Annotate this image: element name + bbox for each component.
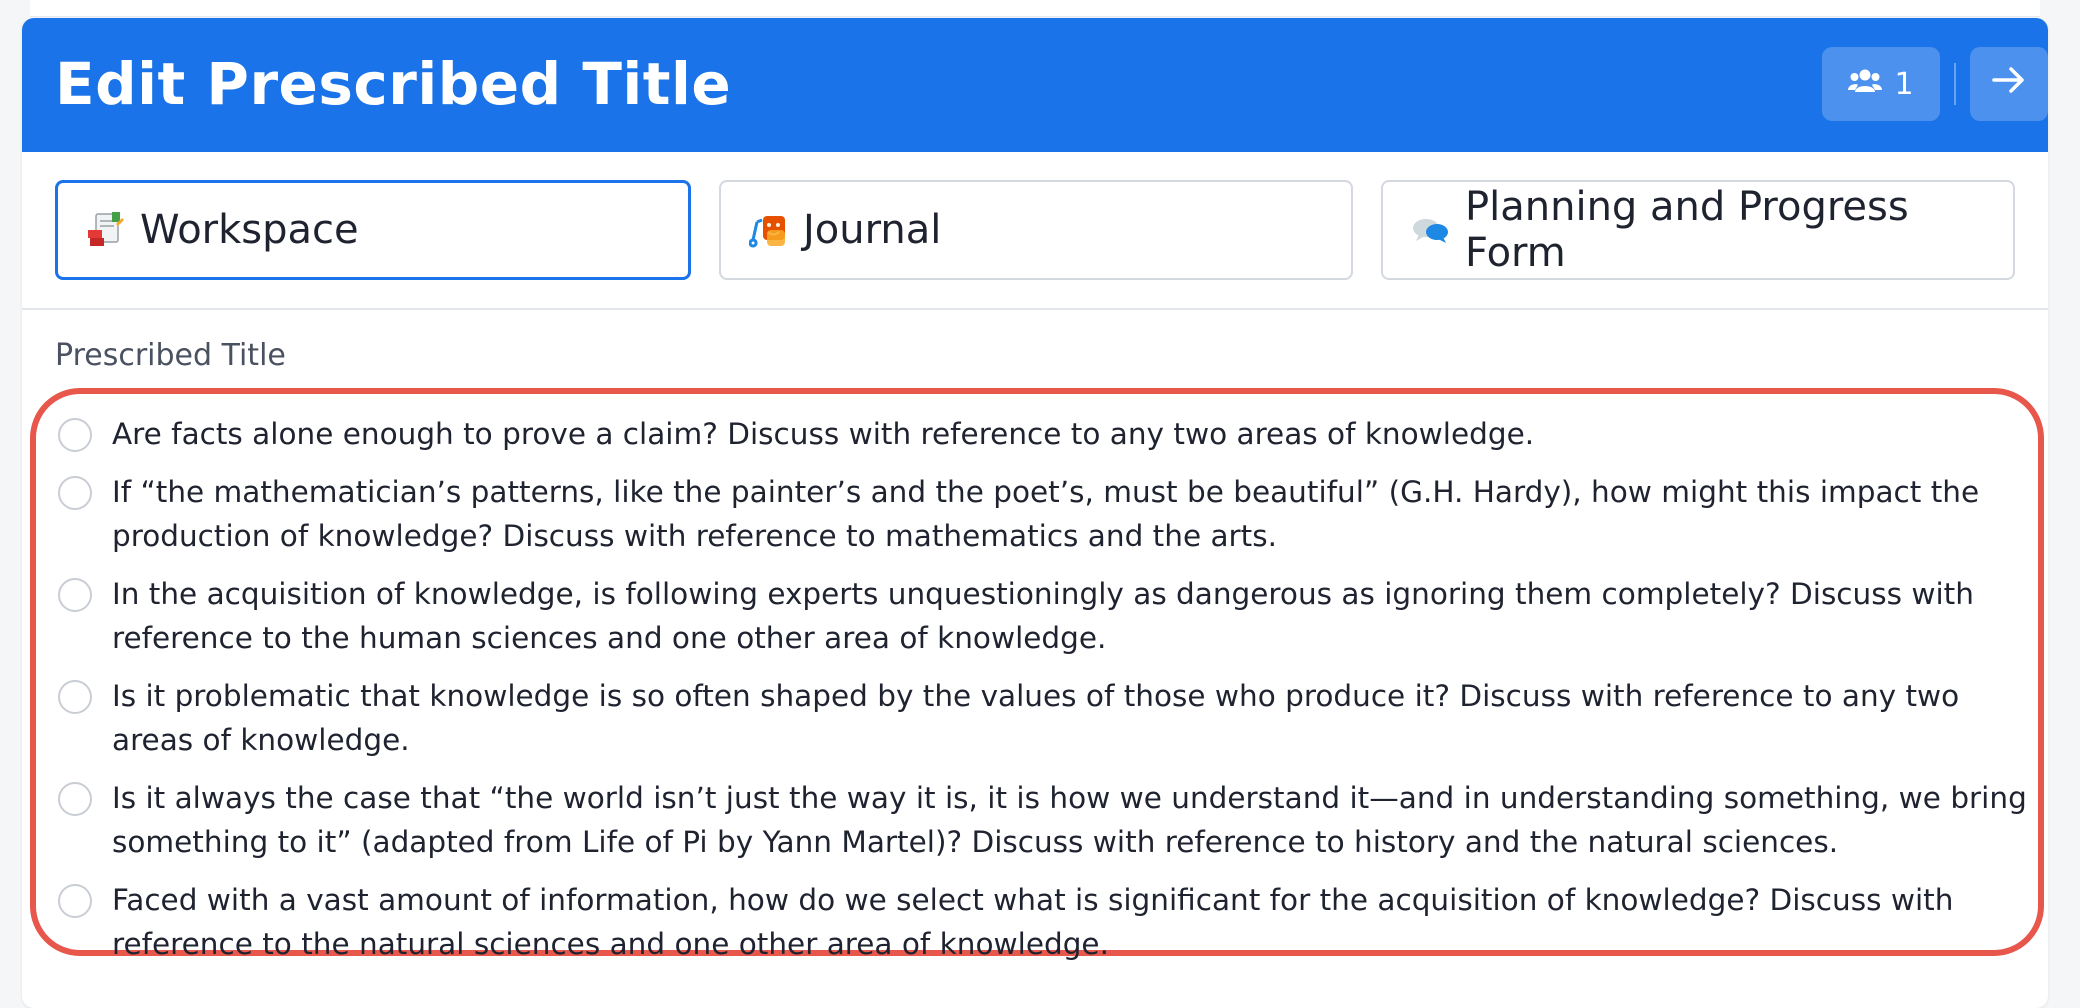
radio-option-label: Is it problematic that knowledge is so o… xyxy=(112,679,1960,757)
header-divider xyxy=(1954,63,1956,105)
tab-planning-progress-form-label: Planning and Progress Form xyxy=(1465,184,1909,276)
radio-button[interactable] xyxy=(58,578,92,612)
radio-button[interactable] xyxy=(58,782,92,816)
radio-option[interactable]: Is it problematic that knowledge is so o… xyxy=(54,674,2044,762)
radio-button[interactable] xyxy=(58,418,92,452)
radio-option-label: If “the mathematician’s patterns, like t… xyxy=(112,475,1980,553)
radio-option[interactable]: Is it always the case that “the world is… xyxy=(54,776,2044,864)
journal-theatre-icon xyxy=(748,210,789,250)
radio-option[interactable]: Are facts alone enough to prove a claim?… xyxy=(54,412,2044,456)
tab-workspace[interactable]: Workspace xyxy=(55,180,691,280)
page-title: Edit Prescribed Title xyxy=(55,50,732,118)
tab-journal[interactable]: Journal xyxy=(719,180,1353,280)
background-card-strip xyxy=(30,0,2040,17)
tab-workspace-label: Workspace xyxy=(140,207,359,253)
section-divider xyxy=(22,308,2048,310)
radio-option-label: Faced with a vast amount of information,… xyxy=(112,883,1954,961)
speech-bubbles-icon xyxy=(1411,210,1451,250)
radio-option-label: Is it always the case that “the world is… xyxy=(112,781,2027,859)
participants-count: 1 xyxy=(1894,66,1914,102)
radio-option-list: Are facts alone enough to prove a claim?… xyxy=(54,412,2044,980)
prescribed-title-options: Are facts alone enough to prove a claim?… xyxy=(30,388,2044,961)
arrow-right-icon xyxy=(1991,65,2027,103)
tab-bar: Workspace Journal Planning and Progress … xyxy=(22,180,2048,280)
radio-button[interactable] xyxy=(58,680,92,714)
participants-button[interactable]: 1 xyxy=(1822,47,1940,121)
radio-button[interactable] xyxy=(58,884,92,918)
radio-option[interactable]: If “the mathematician’s patterns, like t… xyxy=(54,470,2044,558)
radio-option[interactable]: In the acquisition of knowledge, is foll… xyxy=(54,572,2044,660)
header-actions: 1 xyxy=(1822,47,2048,121)
radio-option-label: Are facts alone enough to prove a claim?… xyxy=(112,417,1535,451)
tab-planning-progress-form[interactable]: Planning and Progress Form xyxy=(1381,180,2015,280)
radio-option-label: In the acquisition of knowledge, is foll… xyxy=(112,577,1974,655)
tab-journal-label: Journal xyxy=(803,207,942,253)
next-button[interactable] xyxy=(1970,47,2048,121)
workspace-notes-icon xyxy=(86,210,126,250)
edit-prescribed-title-panel: Edit Prescribed Title 1 Workspace Journa… xyxy=(22,18,2048,1008)
panel-header: Edit Prescribed Title 1 xyxy=(22,18,2048,152)
radio-option[interactable]: Faced with a vast amount of information,… xyxy=(54,878,2044,966)
prescribed-title-label: Prescribed Title xyxy=(55,338,286,373)
users-icon xyxy=(1848,67,1883,102)
radio-button[interactable] xyxy=(58,476,92,510)
